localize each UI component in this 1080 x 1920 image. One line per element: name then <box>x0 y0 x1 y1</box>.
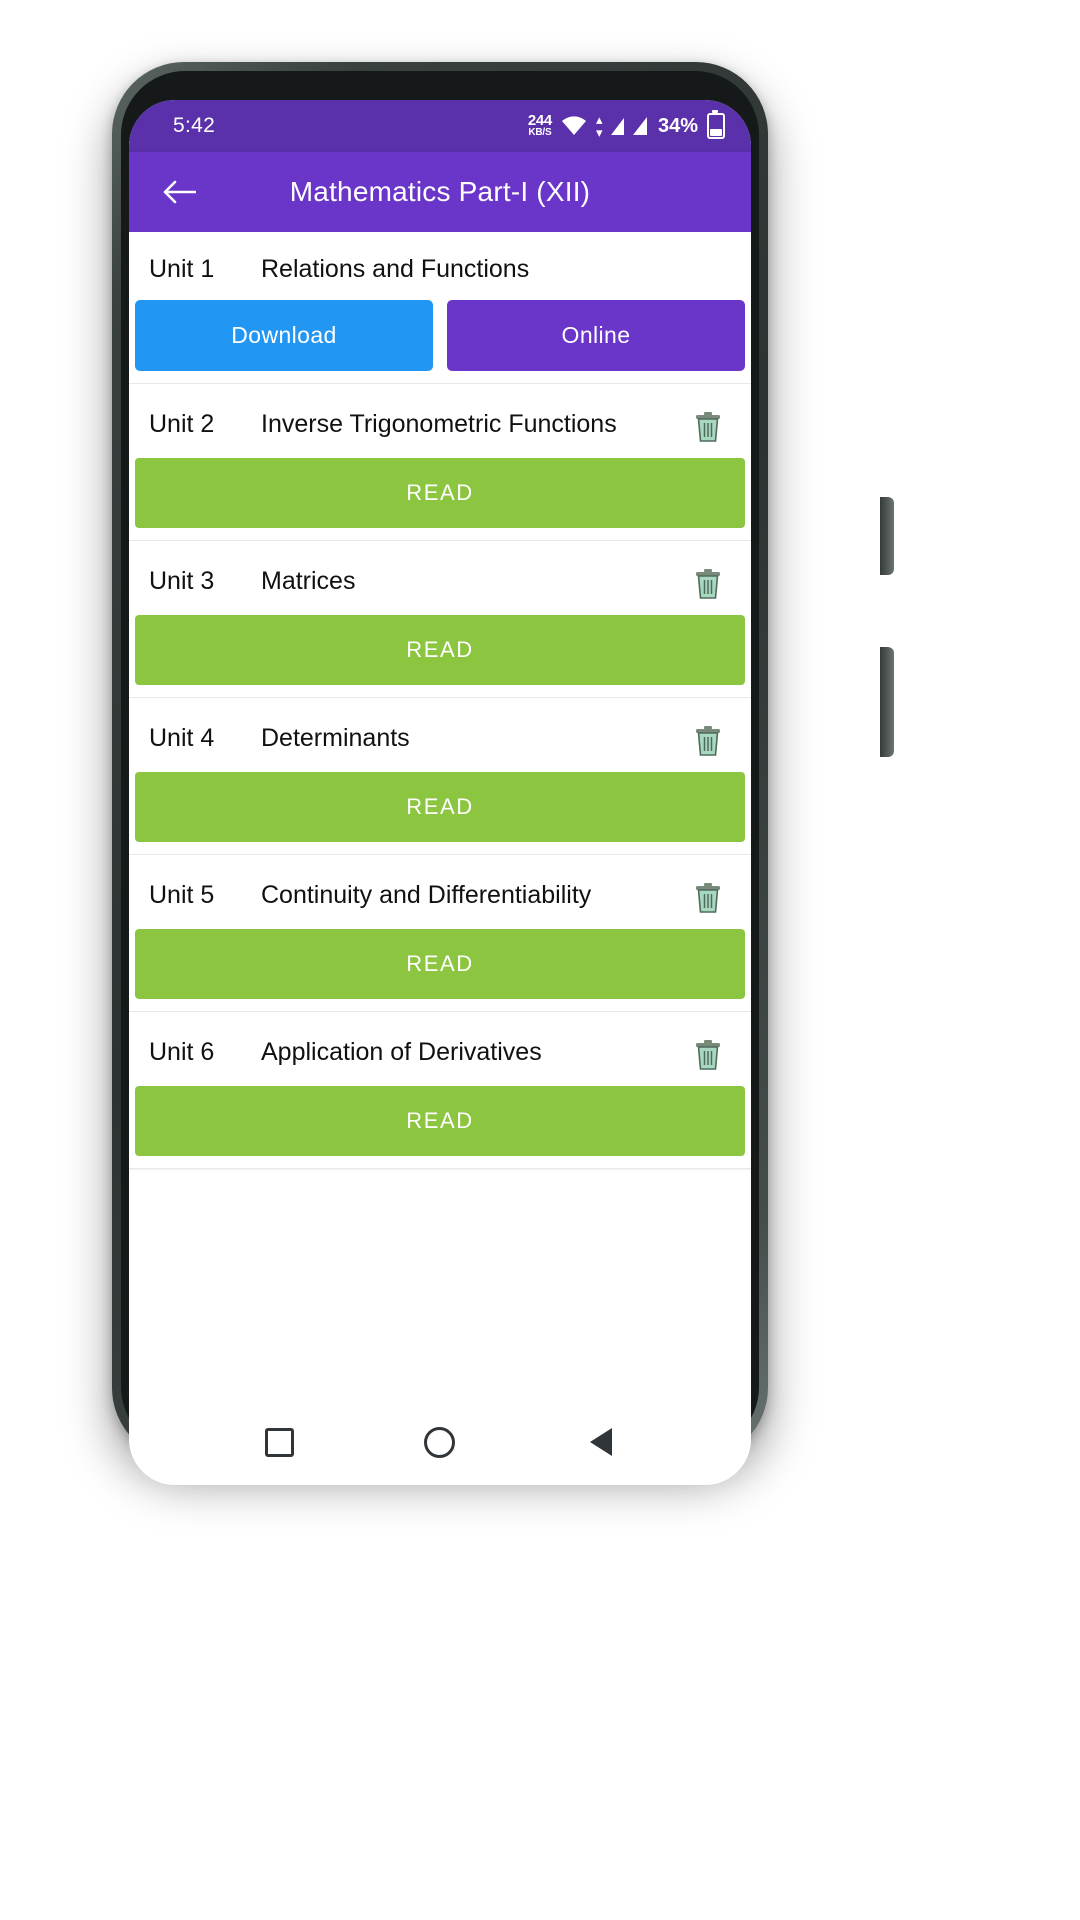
trash-icon[interactable] <box>687 406 729 448</box>
unit-action-row: READ <box>129 458 751 528</box>
unit-action-row: READ <box>129 929 751 999</box>
signal-bars-icon-1 <box>610 117 624 135</box>
read-button[interactable]: READ <box>135 772 745 842</box>
app-bar: Mathematics Part-I (XII) <box>129 152 751 232</box>
unit-header: Unit 4 Determinants <box>129 698 751 772</box>
unit-number: Unit 1 <box>149 254 215 283</box>
read-button[interactable]: READ <box>135 929 745 999</box>
unit-title: Inverse Trigonometric Functions <box>261 409 617 438</box>
network-speed-indicator: 244 KB/S <box>527 112 552 139</box>
unit-number: Unit 4 <box>149 723 215 752</box>
back-button[interactable] <box>143 156 215 228</box>
triangle-back-icon[interactable] <box>571 1412 631 1472</box>
unit-title: Application of Derivatives <box>261 1037 542 1066</box>
unit-header: Unit 2 Inverse Trigonometric Functions <box>129 384 751 458</box>
android-navigation-bar <box>129 1399 751 1485</box>
read-button[interactable]: READ <box>135 458 745 528</box>
unit-header: Unit 3 Matrices <box>129 541 751 615</box>
volume-button-right[interactable] <box>880 497 894 575</box>
battery-icon <box>707 110 725 139</box>
unit-number: Unit 5 <box>149 880 215 909</box>
trash-icon[interactable] <box>687 877 729 919</box>
list-item: Unit 4 Determinants READ <box>129 698 751 855</box>
status-bar: 5:42 244 KB/S ▴ ▾ 34% <box>129 100 751 152</box>
wifi-updown-arrows-icon: ▴ ▾ <box>595 112 603 140</box>
unit-title: Relations and Functions <box>261 254 530 283</box>
signal-bars-icon-2 <box>632 117 647 135</box>
unit-title: Matrices <box>261 566 356 595</box>
unit-action-row: Download Online <box>129 300 751 371</box>
unit-header: Unit 1 Relations and Functions <box>129 232 751 300</box>
network-speed-unit: KB/S <box>528 127 552 139</box>
arrow-left-icon <box>163 180 196 204</box>
trash-icon[interactable] <box>687 1034 729 1076</box>
download-button[interactable]: Download <box>135 300 433 371</box>
battery-percent-label: 34% <box>657 114 698 137</box>
list-item: Unit 6 Application of Derivatives READ <box>129 1012 751 1169</box>
online-button[interactable]: Online <box>447 300 745 371</box>
unit-header: Unit 5 Continuity and Differentiability <box>129 855 751 929</box>
circle-home-icon[interactable] <box>410 1412 470 1472</box>
unit-number: Unit 3 <box>149 566 215 595</box>
list-item: Unit 5 Continuity and Differentiability … <box>129 855 751 1012</box>
trash-icon[interactable] <box>687 720 729 762</box>
phone-screen: 5:42 244 KB/S ▴ ▾ 34% Mathematics Part-I… <box>129 100 751 1485</box>
wifi-icon <box>561 116 587 136</box>
unit-title: Continuity and Differentiability <box>261 880 592 909</box>
unit-action-row: READ <box>129 615 751 685</box>
page-title: Mathematics Part-I (XII) <box>289 176 591 207</box>
unit-title: Determinants <box>261 723 410 752</box>
read-button[interactable]: READ <box>135 1086 745 1156</box>
unit-action-row: READ <box>129 772 751 842</box>
phone-frame: 5:42 244 KB/S ▴ ▾ 34% Mathematics Part-I… <box>112 62 894 1485</box>
status-time: 5:42 <box>173 114 216 137</box>
list-item: Unit 1 Relations and Functions Download … <box>129 232 751 384</box>
list-item: Unit 2 Inverse Trigonometric Functions R… <box>129 384 751 541</box>
unit-number: Unit 2 <box>149 409 215 438</box>
unit-header: Unit 6 Application of Derivatives <box>129 1012 751 1086</box>
trash-icon[interactable] <box>687 563 729 605</box>
power-button[interactable] <box>880 647 894 757</box>
network-speed-value: 244 <box>527 112 552 130</box>
square-recents-icon[interactable] <box>249 1412 309 1472</box>
status-icons-group: 244 KB/S ▴ ▾ 34% <box>527 110 725 140</box>
unit-list[interactable]: Unit 1 Relations and Functions Download … <box>129 232 751 1399</box>
read-button[interactable]: READ <box>135 615 745 685</box>
unit-action-row: READ <box>129 1086 751 1156</box>
list-item: Unit 3 Matrices READ <box>129 541 751 698</box>
unit-number: Unit 6 <box>149 1037 215 1066</box>
